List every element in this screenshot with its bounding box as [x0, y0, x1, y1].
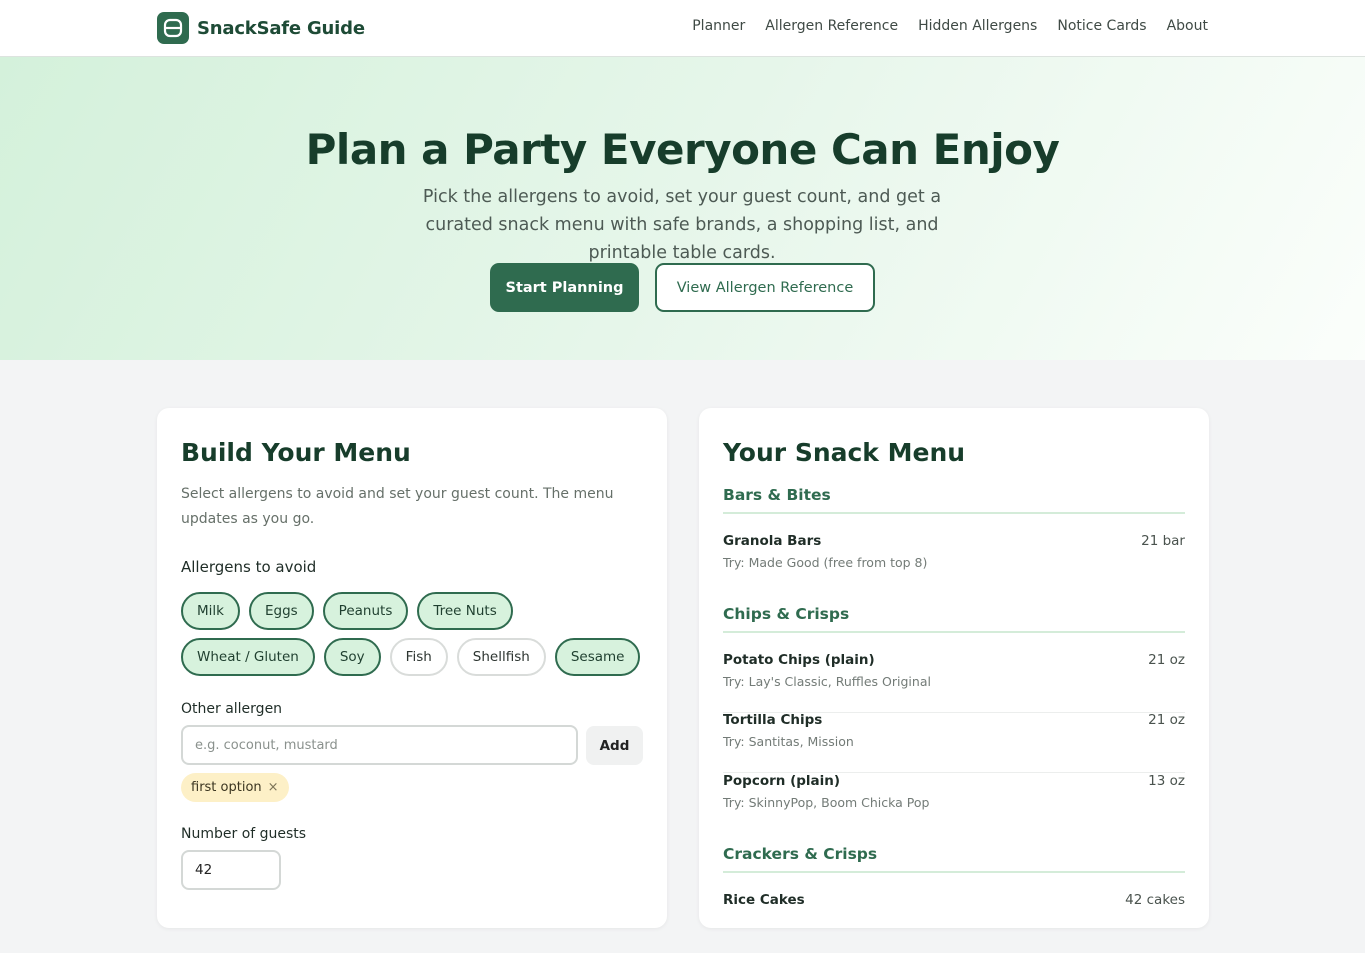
menu-item-name: Popcorn (plain): [723, 773, 841, 789]
other-allergen-input[interactable]: [181, 725, 578, 765]
hero-title: Plan a Party Everyone Can Enjoy: [305, 125, 1060, 174]
allergen-chip-eggs[interactable]: Eggs: [248, 592, 314, 630]
menu-item-quantity: 21 oz: [1148, 652, 1185, 668]
menu-item-brands: Try: Made Good (free from top 8): [723, 555, 928, 570]
nav-hidden-allergens[interactable]: Hidden Allergens: [918, 18, 1037, 34]
menu-item: Granola Bars 21 bar Try: Made Good (free…: [723, 533, 1185, 594]
allergen-chip-peanuts[interactable]: Peanuts: [322, 592, 409, 630]
guests-input[interactable]: [181, 850, 281, 890]
menu-item-quantity: 21 bar: [1141, 533, 1185, 549]
allergen-chip-wheat-gluten[interactable]: Wheat / Gluten: [181, 638, 315, 676]
allergen-chip-milk[interactable]: Milk: [181, 592, 240, 630]
menu-item-quantity: 13 oz: [1148, 773, 1185, 789]
nav-planner[interactable]: Planner: [692, 18, 745, 34]
hero-section: Plan a Party Everyone Can Enjoy Pick the…: [0, 57, 1365, 360]
view-allergen-reference-button[interactable]: View Allergen Reference: [655, 263, 875, 312]
custom-allergen-tag: first option ×: [181, 773, 289, 802]
guests-label: Number of guests: [181, 826, 307, 842]
allergen-chip-group: Milk Eggs Peanuts Tree Nuts Wheat / Glut…: [181, 592, 651, 676]
menu-item-name: Potato Chips (plain): [723, 652, 875, 668]
menu-item-quantity: 21 oz: [1148, 712, 1185, 728]
add-allergen-button[interactable]: Add: [586, 726, 643, 765]
nav-allergen-reference[interactable]: Allergen Reference: [765, 18, 898, 34]
main-nav: Planner Allergen Reference Hidden Allerg…: [692, 18, 1208, 34]
allergen-chip-shellfish[interactable]: Shellfish: [456, 638, 546, 676]
menu-item: Potato Chips (plain) 21 oz Try: Lay's Cl…: [723, 652, 1185, 713]
remove-tag-icon[interactable]: ×: [268, 780, 279, 795]
allergen-chip-fish[interactable]: Fish: [389, 638, 448, 676]
hero-subtitle: Pick the allergens to avoid, set your gu…: [422, 187, 942, 263]
menu-section-title: Bars & Bites: [723, 486, 1185, 514]
menu-item: Popcorn (plain) 13 oz Try: SkinnyPop, Bo…: [723, 773, 1185, 834]
menu-section-title: Crackers & Crisps: [723, 845, 1185, 873]
other-allergen-label: Other allergen: [181, 701, 283, 717]
build-menu-card: Build Your Menu Select allergens to avoi…: [157, 408, 667, 928]
nav-notice-cards[interactable]: Notice Cards: [1057, 18, 1146, 34]
hero-actions: Start Planning View Allergen Reference: [0, 263, 1365, 312]
allergen-chip-soy[interactable]: Soy: [323, 638, 381, 676]
menu-item-brands: Try: SkinnyPop, Boom Chicka Pop: [723, 795, 930, 810]
top-navbar: SnackSafe Guide Planner Allergen Referen…: [0, 0, 1365, 57]
menu-item-quantity: 42 cakes: [1125, 892, 1185, 908]
snack-menu-card: Your Snack Menu Bars & Bites Granola Bar…: [699, 408, 1209, 928]
snack-menu-title: Your Snack Menu: [723, 438, 966, 467]
brand-name: SnackSafe Guide: [197, 17, 365, 39]
menu-item-name: Tortilla Chips: [723, 712, 823, 728]
menu-item-brands: Try: Lay's Classic, Ruffles Original: [723, 674, 931, 689]
start-planning-button[interactable]: Start Planning: [490, 263, 639, 312]
menu-item: Tortilla Chips 21 oz Try: Santitas, Miss…: [723, 712, 1185, 773]
menu-section-title: Chips & Crisps: [723, 605, 1185, 633]
menu-item-brands: Try: Santitas, Mission: [723, 734, 854, 749]
menu-item-name: Rice Cakes: [723, 892, 805, 908]
menu-item: Rice Cakes 42 cakes: [723, 892, 1185, 953]
build-menu-description: Select allergens to avoid and set your g…: [181, 486, 614, 527]
menu-item-name: Granola Bars: [723, 533, 822, 549]
allergens-label: Allergens to avoid: [181, 558, 317, 576]
brand[interactable]: SnackSafe Guide: [157, 12, 365, 44]
allergen-chip-sesame[interactable]: Sesame: [554, 638, 641, 676]
nav-about[interactable]: About: [1167, 18, 1208, 34]
build-menu-title: Build Your Menu: [181, 438, 411, 467]
lunchbox-icon: [157, 12, 189, 44]
custom-allergen-tag-label: first option: [191, 780, 262, 795]
allergen-chip-tree-nuts[interactable]: Tree Nuts: [417, 592, 513, 630]
